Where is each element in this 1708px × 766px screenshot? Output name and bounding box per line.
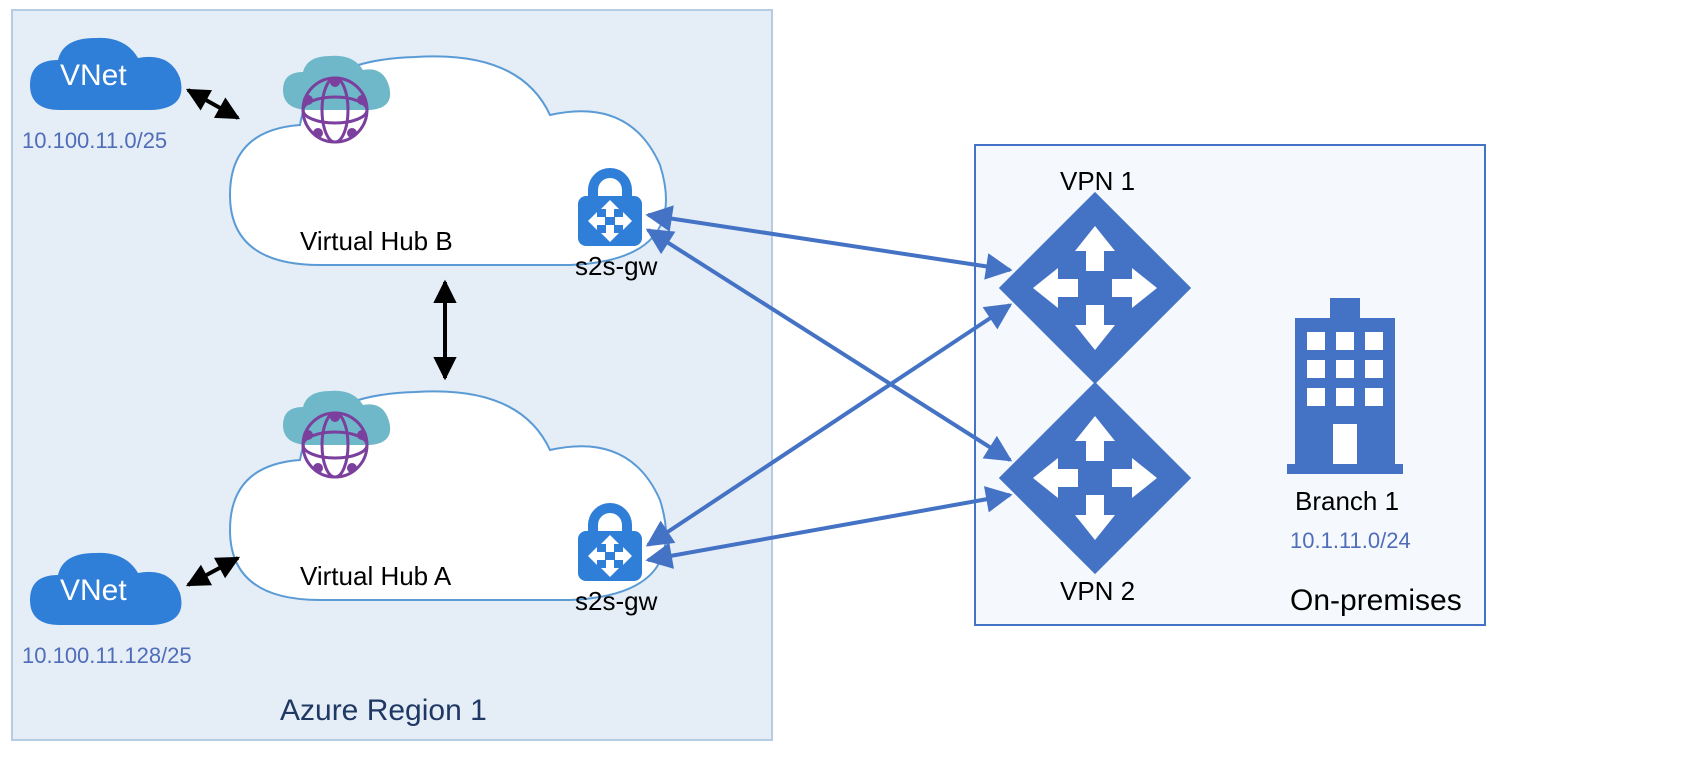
vnet-a-cidr: 10.100.11.128/25 (22, 643, 192, 668)
hub-b-gw-label: s2s-gw (575, 251, 658, 281)
branch-cidr: 10.1.11.0/24 (1290, 528, 1411, 553)
vnet-b-cidr: 10.100.11.0/25 (22, 128, 167, 153)
onprem-box (975, 145, 1485, 625)
vnet-a-label: VNet (60, 574, 127, 607)
hub-a-label: Virtual Hub A (300, 561, 452, 591)
vnet-b-label: VNet (60, 59, 127, 92)
hub-a-gw-label: s2s-gw (575, 586, 658, 616)
branch-building-icon (1287, 298, 1403, 474)
azure-region-label: Azure Region 1 (280, 694, 487, 727)
onprem-label: On-premises (1290, 584, 1462, 617)
branch-label: Branch 1 (1295, 486, 1399, 516)
vpn2-label: VPN 2 (1060, 576, 1135, 606)
hub-b-label: Virtual Hub B (300, 226, 453, 256)
vpn1-label: VPN 1 (1060, 166, 1135, 196)
